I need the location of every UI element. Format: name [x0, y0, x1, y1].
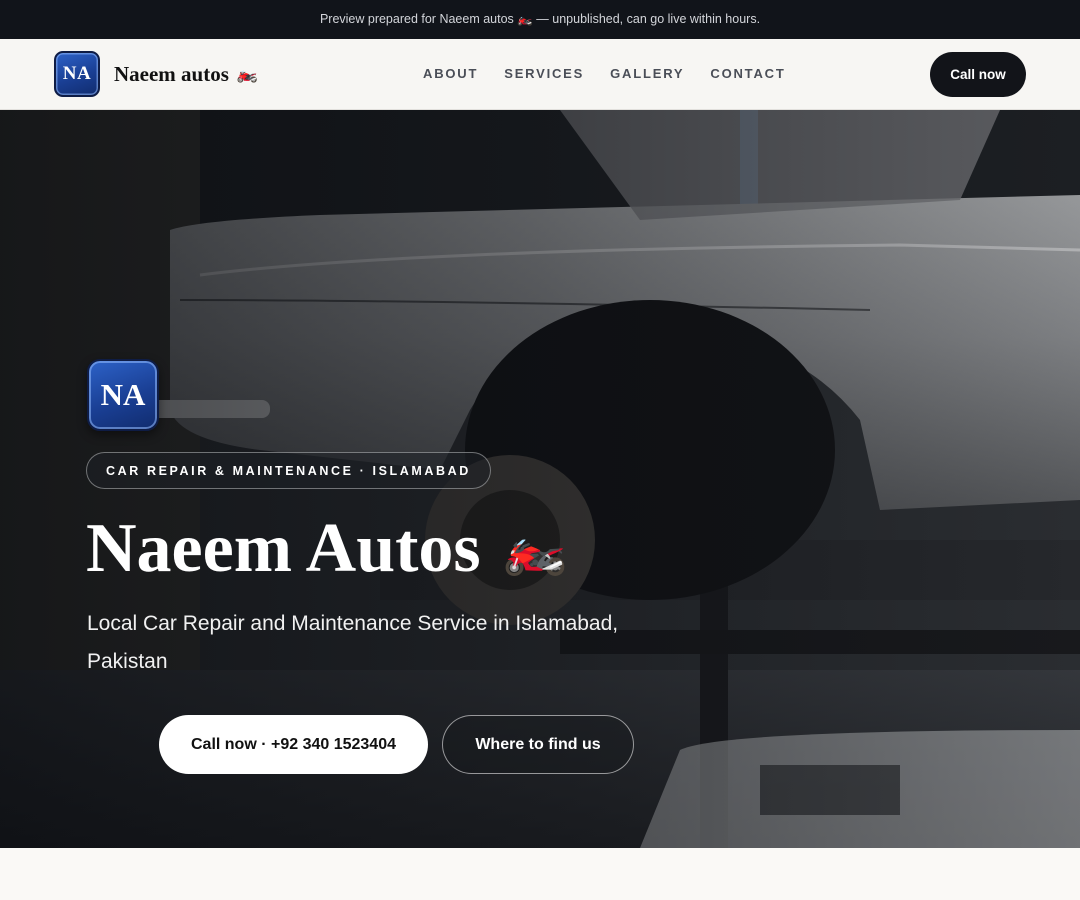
hero-section: NA CAR REPAIR & MAINTENANCE · ISLAMABAD …	[0, 110, 1080, 848]
category-badge: CAR REPAIR & MAINTENANCE · ISLAMABAD	[86, 452, 491, 489]
motorcycle-icon: 🏍️	[236, 64, 259, 83]
main-nav: ABOUT SERVICES GALLERY CONTACT	[423, 66, 786, 81]
hero-subtitle: Local Car Repair and Maintenance Service…	[87, 612, 619, 673]
nav-link-about[interactable]: ABOUT	[423, 66, 478, 81]
hero-title-text: Naeem Autos	[86, 510, 481, 587]
hero-title: Naeem Autos 🏍️	[86, 506, 567, 592]
hero-logo: NA	[87, 359, 159, 431]
site-header: NA Naeem autos 🏍️ ABOUT SERVICES GALLERY…	[0, 39, 1080, 110]
call-now-button[interactable]: Call now	[930, 52, 1026, 97]
find-us-button[interactable]: Where to find us	[442, 715, 634, 774]
brand-name[interactable]: Naeem autos	[114, 62, 229, 87]
brand-logo[interactable]: NA	[54, 51, 100, 97]
preview-banner-text: Preview prepared for Naeem autos 🏍️ — un…	[319, 12, 761, 26]
call-phone-button[interactable]: Call now · +92 340 1523404	[159, 715, 428, 774]
motorcycle-icon: 🏍️	[502, 520, 568, 577]
brand[interactable]: NA Naeem autos 🏍️	[54, 51, 258, 97]
nav-link-services[interactable]: SERVICES	[504, 66, 584, 81]
nav-link-gallery[interactable]: GALLERY	[610, 66, 684, 81]
nav-link-contact[interactable]: CONTACT	[710, 66, 785, 81]
preview-banner: Preview prepared for Naeem autos 🏍️ — un…	[0, 0, 1080, 39]
